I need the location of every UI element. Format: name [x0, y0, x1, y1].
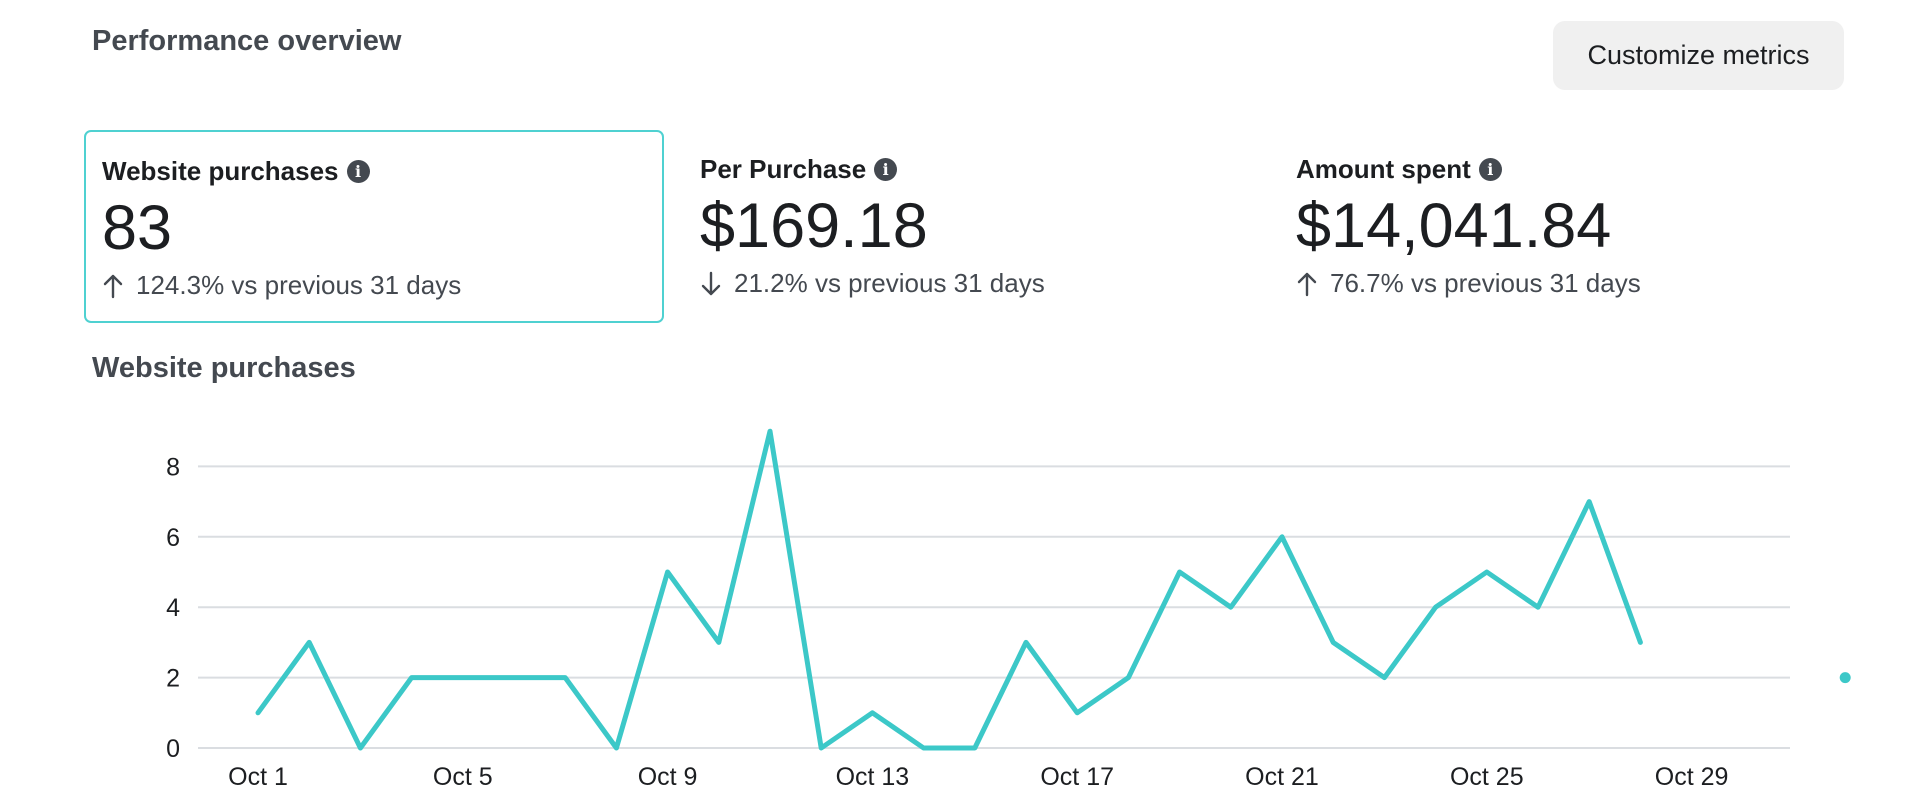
- page-title: Performance overview: [92, 25, 402, 57]
- x-tick-label: Oct 5: [433, 763, 493, 791]
- metric-card-per-purchase[interactable]: Per Purchase i $169.18 21.2% vs previous…: [684, 130, 1244, 323]
- chart-title: Website purchases: [92, 352, 356, 384]
- metric-card-website-purchases[interactable]: Website purchases i 83 124.3% vs previou…: [84, 130, 664, 323]
- x-tick-label: Oct 1: [228, 763, 288, 791]
- x-tick-label: Oct 17: [1040, 763, 1114, 791]
- y-tick-label: 4: [166, 594, 180, 622]
- y-tick-label: 6: [166, 524, 180, 552]
- info-icon[interactable]: i: [874, 157, 898, 181]
- x-tick-label: Oct 13: [836, 763, 910, 791]
- x-tick-label: Oct 25: [1450, 763, 1524, 791]
- x-tick-label: Oct 29: [1655, 763, 1729, 791]
- metric-change-text: 21.2% vs previous 31 days: [734, 268, 1045, 298]
- metric-change-text: 124.3% vs previous 31 days: [136, 270, 462, 300]
- y-tick-label: 8: [166, 453, 180, 481]
- y-tick-label: 0: [166, 735, 180, 763]
- metric-label: Website purchases: [102, 155, 339, 186]
- data-point-marker: [1839, 672, 1851, 684]
- arrow-up-icon: [103, 274, 123, 298]
- arrow-down-icon: [701, 271, 721, 295]
- performance-overview-panel: Performance overview Customize metrics W…: [0, 0, 1920, 800]
- metric-card-amount-spent[interactable]: Amount spent i $14,041.84 76.7% vs previ…: [1280, 130, 1840, 323]
- metric-label: Amount spent: [1296, 153, 1471, 184]
- info-icon[interactable]: i: [1478, 157, 1502, 181]
- info-icon[interactable]: i: [346, 159, 370, 183]
- metric-change-text: 76.7% vs previous 31 days: [1330, 268, 1641, 298]
- line-chart: 0 2 4 6 8 Oct 1 Oct 5 Oct 9 Oct 13 Oct 17 Oct 21 Oc…: [166, 428, 1851, 791]
- metric-label: Per Purchase: [700, 153, 867, 184]
- arrow-up-icon: [1297, 272, 1317, 296]
- x-tick-label: Oct 9: [638, 763, 698, 791]
- series-line: [255, 428, 1643, 751]
- customize-metrics-button[interactable]: Customize metrics: [1553, 21, 1844, 90]
- metric-value: 83: [102, 193, 173, 263]
- y-tick-label: 2: [166, 665, 180, 693]
- x-tick-label: Oct 21: [1245, 763, 1319, 791]
- metric-value: $169.18: [700, 191, 928, 261]
- metric-value: $14,041.84: [1296, 191, 1612, 261]
